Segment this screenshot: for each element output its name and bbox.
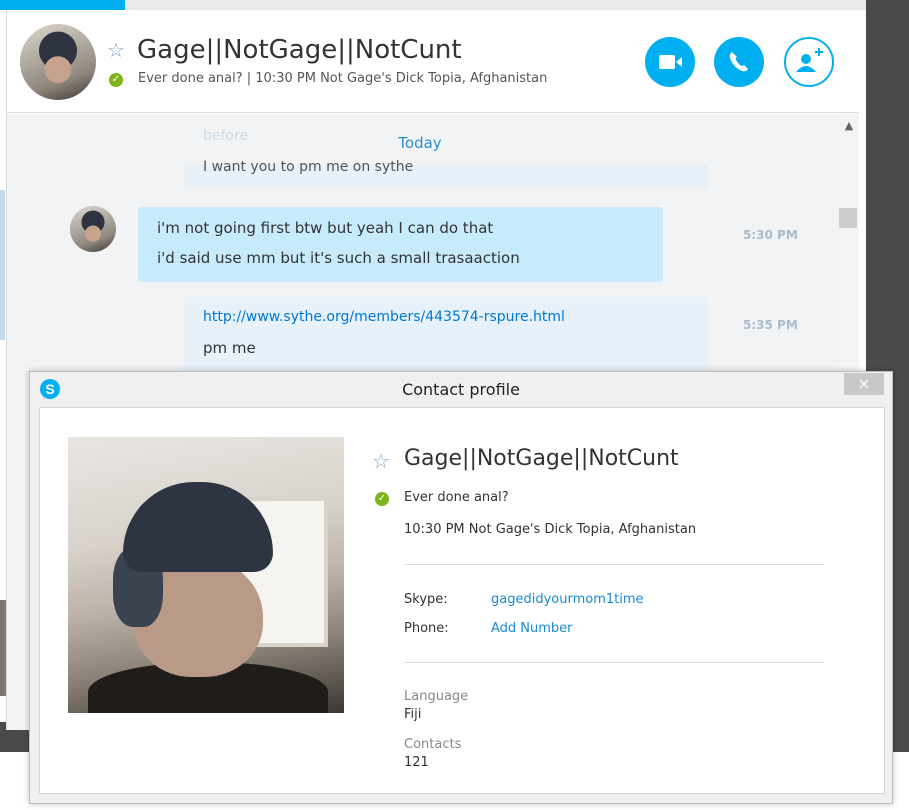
message-text: i'd said use mm but it's such a small tr… xyxy=(157,249,520,267)
contacts-count: 121 xyxy=(404,755,429,770)
online-status-icon: ✓ xyxy=(375,492,389,506)
skype-logo-icon: S xyxy=(40,379,60,399)
top-tab-strip xyxy=(0,0,866,10)
skype-name-value[interactable]: gagedidyourmom1time xyxy=(491,592,644,607)
close-button[interactable]: × xyxy=(844,373,884,395)
conversation-header: ☆ Gage||NotGage||NotCunt ✓ Ever done ana… xyxy=(7,10,859,113)
contact-avatar[interactable] xyxy=(20,24,96,100)
audio-call-button[interactable] xyxy=(714,37,764,87)
contact-name[interactable]: Gage||NotGage||NotCunt xyxy=(137,35,462,65)
skype-label: Skype: xyxy=(404,592,448,607)
date-separator: Today xyxy=(387,132,453,154)
add-number-link[interactable]: Add Number xyxy=(491,621,573,636)
video-call-button[interactable] xyxy=(645,37,695,87)
faded-text-before: before xyxy=(203,128,249,144)
profile-body: ☆ Gage||NotGage||NotCunt ✓ Ever done ana… xyxy=(39,407,885,794)
dialog-titlebar[interactable]: Contact profile S × xyxy=(30,372,892,407)
profile-picture xyxy=(68,437,344,713)
chevron-up-icon[interactable]: ▲ xyxy=(843,120,855,132)
phone-label: Phone: xyxy=(404,621,449,636)
contact-mood-location: Ever done anal? | 10:30 PM Not Gage's Di… xyxy=(138,71,548,86)
message-bubble-incoming[interactable]: i'm not going first btw but yeah I can d… xyxy=(138,207,663,282)
screen: ☆ Gage||NotGage||NotCunt ✓ Ever done ana… xyxy=(0,0,909,810)
message-bubble-outgoing[interactable]: http://www.sythe.org/members/443574-rspu… xyxy=(183,297,708,372)
sidebar-edge xyxy=(0,190,5,340)
message-timestamp: 5:30 PM xyxy=(743,228,798,242)
profile-mood: Ever done anal? xyxy=(404,490,509,505)
photo-cap xyxy=(123,482,273,572)
divider xyxy=(404,662,824,663)
message-timestamp: 5:35 PM xyxy=(743,318,798,332)
favorite-star-icon[interactable]: ☆ xyxy=(107,40,125,60)
dialog-title: Contact profile xyxy=(402,380,520,399)
favorite-star-icon[interactable]: ☆ xyxy=(372,451,390,471)
contacts-label: Contacts xyxy=(404,737,462,752)
language-value: Fiji xyxy=(404,707,422,722)
phone-icon xyxy=(729,52,748,72)
message-link[interactable]: http://www.sythe.org/members/443574-rspu… xyxy=(203,309,565,325)
message-text: pm me xyxy=(203,339,256,357)
active-tab-indicator xyxy=(0,0,125,10)
faded-message-text: I want you to pm me on sythe xyxy=(203,160,414,174)
profile-name: Gage||NotGage||NotCunt xyxy=(404,446,679,471)
online-status-icon: ✓ xyxy=(109,73,123,87)
language-label: Language xyxy=(404,689,469,704)
message-text: i'm not going first btw but yeah I can d… xyxy=(157,219,494,237)
scroll-thumb[interactable] xyxy=(839,208,857,228)
add-participant-button[interactable] xyxy=(784,37,834,87)
add-person-icon xyxy=(796,48,823,72)
divider xyxy=(404,564,824,565)
message-avatar[interactable] xyxy=(70,206,116,252)
contact-profile-dialog: Contact profile S × ☆ Gage||NotGage||Not… xyxy=(29,371,893,804)
profile-location: 10:30 PM Not Gage's Dick Topia, Afghanis… xyxy=(404,522,697,537)
video-camera-icon xyxy=(659,55,682,69)
